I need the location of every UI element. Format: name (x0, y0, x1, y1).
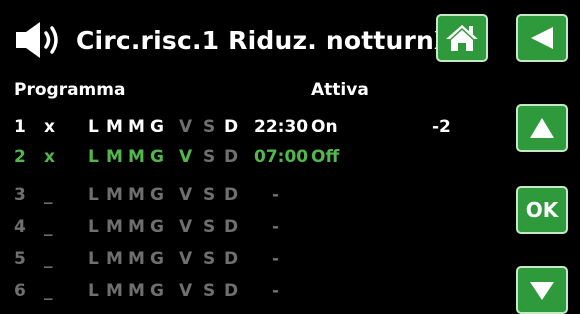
day-m1: M (106, 249, 123, 269)
day-m1: M (106, 117, 123, 137)
row-state: Off (311, 147, 340, 167)
home-button[interactable] (436, 14, 488, 62)
day-m2: M (128, 147, 145, 167)
day-m2: M (128, 249, 145, 269)
row-value: -2 (432, 117, 451, 137)
program-row-1[interactable]: 1 x L M M G V S D 22:30 On -2 (0, 112, 500, 142)
program-row-2[interactable]: 2 x L M M G V S D 07:00 Off (0, 142, 500, 172)
row-mark: _ (44, 281, 53, 301)
day-m1: M (106, 217, 123, 237)
day-l: L (88, 249, 99, 269)
row-time: 07:00 (254, 147, 309, 167)
day-m1: M (106, 281, 123, 301)
day-g: G (150, 147, 164, 167)
day-d: D (224, 217, 239, 237)
home-icon (446, 25, 478, 51)
program-row-5[interactable]: 5 _ L M M G V S D - (0, 244, 500, 274)
speaker-icon (16, 22, 58, 58)
row-time: - (272, 217, 280, 237)
day-g: G (150, 217, 164, 237)
ok-button[interactable]: OK (516, 186, 568, 234)
day-g: G (150, 249, 164, 269)
down-arrow-icon (530, 282, 554, 300)
row-number: 2 (14, 147, 26, 167)
title-label: Circ.risc.1 Riduz. notturn (76, 25, 435, 55)
row-mark: x (44, 117, 55, 137)
page-title: Circ.risc.1 Riduz. notturnX (76, 26, 454, 55)
day-m2: M (128, 281, 145, 301)
program-row-6[interactable]: 6 _ L M M G V S D - (0, 276, 500, 306)
day-g: G (150, 117, 164, 137)
day-m1: M (106, 147, 123, 167)
row-state: On (311, 117, 338, 137)
day-v: V (179, 147, 193, 167)
day-v: V (179, 249, 193, 269)
day-d: D (224, 249, 239, 269)
day-d: D (224, 117, 239, 137)
row-time: - (272, 281, 280, 301)
day-s: S (203, 147, 216, 167)
day-m2: M (128, 117, 145, 137)
row-number: 6 (14, 281, 26, 301)
day-v: V (179, 217, 193, 237)
row-time: - (272, 249, 280, 269)
down-button[interactable] (516, 266, 568, 314)
day-s: S (203, 117, 216, 137)
row-mark: _ (44, 249, 53, 269)
row-time: 22:30 (254, 117, 309, 137)
day-v: V (179, 281, 193, 301)
day-d: D (224, 185, 239, 205)
day-l: L (88, 147, 99, 167)
title-bar: Circ.risc.1 Riduz. notturnX (14, 14, 454, 66)
day-l: L (88, 281, 99, 301)
ok-label: OK (525, 198, 559, 222)
back-arrow-icon (531, 27, 553, 49)
day-m1: M (106, 185, 123, 205)
row-number: 5 (14, 249, 26, 269)
row-number: 1 (14, 117, 26, 137)
day-s: S (203, 281, 216, 301)
program-row-3[interactable]: 3 _ L M M G V S D - (0, 180, 500, 210)
day-m2: M (128, 185, 145, 205)
row-time: - (272, 185, 280, 205)
day-s: S (203, 185, 216, 205)
column-header-active: Attiva (311, 80, 369, 100)
up-arrow-icon (530, 118, 554, 138)
row-number: 4 (14, 217, 26, 237)
day-l: L (88, 185, 99, 205)
row-mark: x (44, 147, 55, 167)
program-row-4[interactable]: 4 _ L M M G V S D - (0, 212, 500, 242)
up-button[interactable] (516, 104, 568, 152)
day-s: S (203, 249, 216, 269)
row-mark: _ (44, 217, 53, 237)
day-l: L (88, 217, 99, 237)
day-g: G (150, 281, 164, 301)
day-m2: M (128, 217, 145, 237)
day-v: V (179, 117, 193, 137)
day-s: S (203, 217, 216, 237)
row-number: 3 (14, 185, 26, 205)
day-g: G (150, 185, 164, 205)
day-v: V (179, 185, 193, 205)
column-header-program: Programma (14, 80, 126, 100)
back-button[interactable] (516, 14, 568, 62)
row-mark: _ (44, 185, 53, 205)
day-d: D (224, 147, 239, 167)
day-l: L (88, 117, 99, 137)
day-d: D (224, 281, 239, 301)
